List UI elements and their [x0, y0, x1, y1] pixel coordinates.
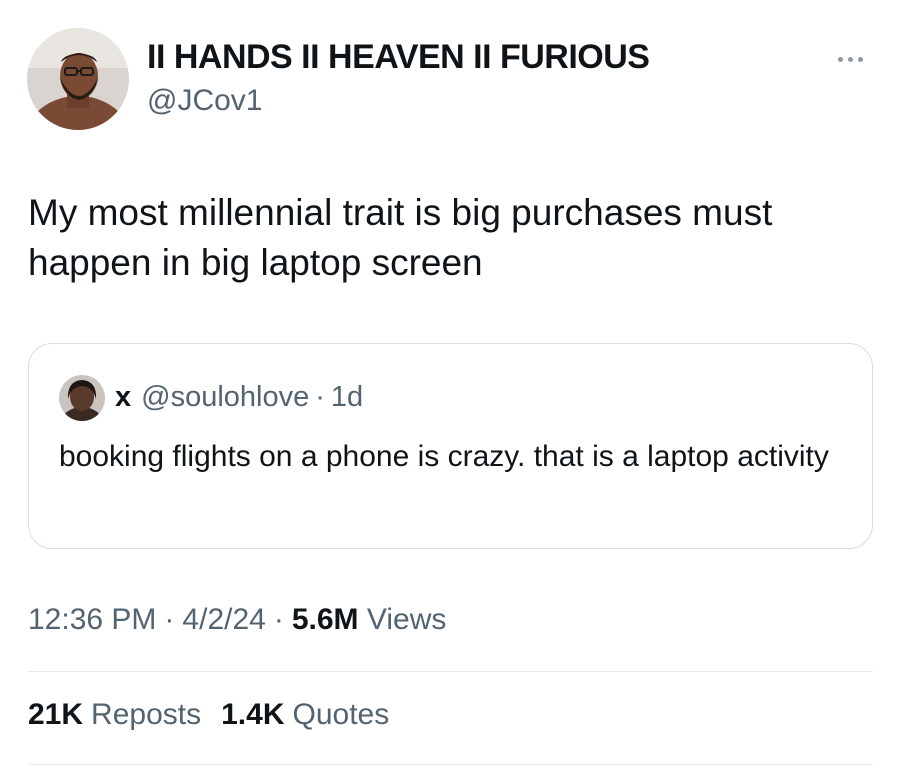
author-avatar[interactable] — [27, 28, 129, 130]
quoted-text: booking flights on a phone is crazy. tha… — [59, 440, 829, 473]
quoted-tweet-card[interactable]: x @soulohlove · 1d booking flights on a … — [28, 343, 873, 549]
quoted-time[interactable]: 1d — [331, 381, 363, 414]
views-count: 5.6M — [291, 603, 359, 636]
tweet-time[interactable]: 12:36 PM — [28, 603, 156, 637]
quotes-stat[interactable]: 1.4K Quotes — [221, 698, 389, 732]
quotes-count: 1.4K — [221, 698, 285, 731]
meta-separator: · — [273, 603, 284, 636]
divider — [28, 671, 873, 672]
author-handle[interactable]: @JCov1 — [147, 84, 263, 118]
profile-photo-icon — [59, 375, 105, 421]
views-label: Views — [366, 603, 447, 636]
quoted-author-avatar — [59, 375, 105, 421]
quoted-display-name[interactable]: x — [115, 381, 131, 414]
tweet-stats: 21K Reposts 1.4K Quotes — [28, 698, 389, 732]
tweet-meta: 12:36 PM · 4/2/24 · 5.6M Views — [28, 603, 446, 637]
reposts-stat[interactable]: 21K Reposts — [28, 698, 201, 732]
quotes-label: Quotes — [292, 698, 390, 731]
author-display-name[interactable]: II HANDS II HEAVEN II FURIOUS — [147, 38, 650, 77]
reposts-label: Reposts — [91, 698, 202, 731]
tweet-card: II HANDS II HEAVEN II FURIOUS @JCov1 My … — [0, 0, 900, 771]
tweet-date[interactable]: 4/2/24 — [182, 603, 265, 637]
more-horizontal-icon[interactable] — [830, 52, 870, 66]
tweet-text: My most millennial trait is big purchase… — [28, 192, 773, 283]
profile-photo-icon — [27, 28, 129, 130]
meta-separator: · — [164, 603, 175, 636]
reposts-count: 21K — [28, 698, 84, 731]
divider — [28, 764, 873, 765]
quoted-separator: · — [315, 381, 325, 413]
quoted-header: x @soulohlove · 1d — [115, 381, 363, 414]
quoted-handle[interactable]: @soulohlove — [141, 381, 309, 414]
